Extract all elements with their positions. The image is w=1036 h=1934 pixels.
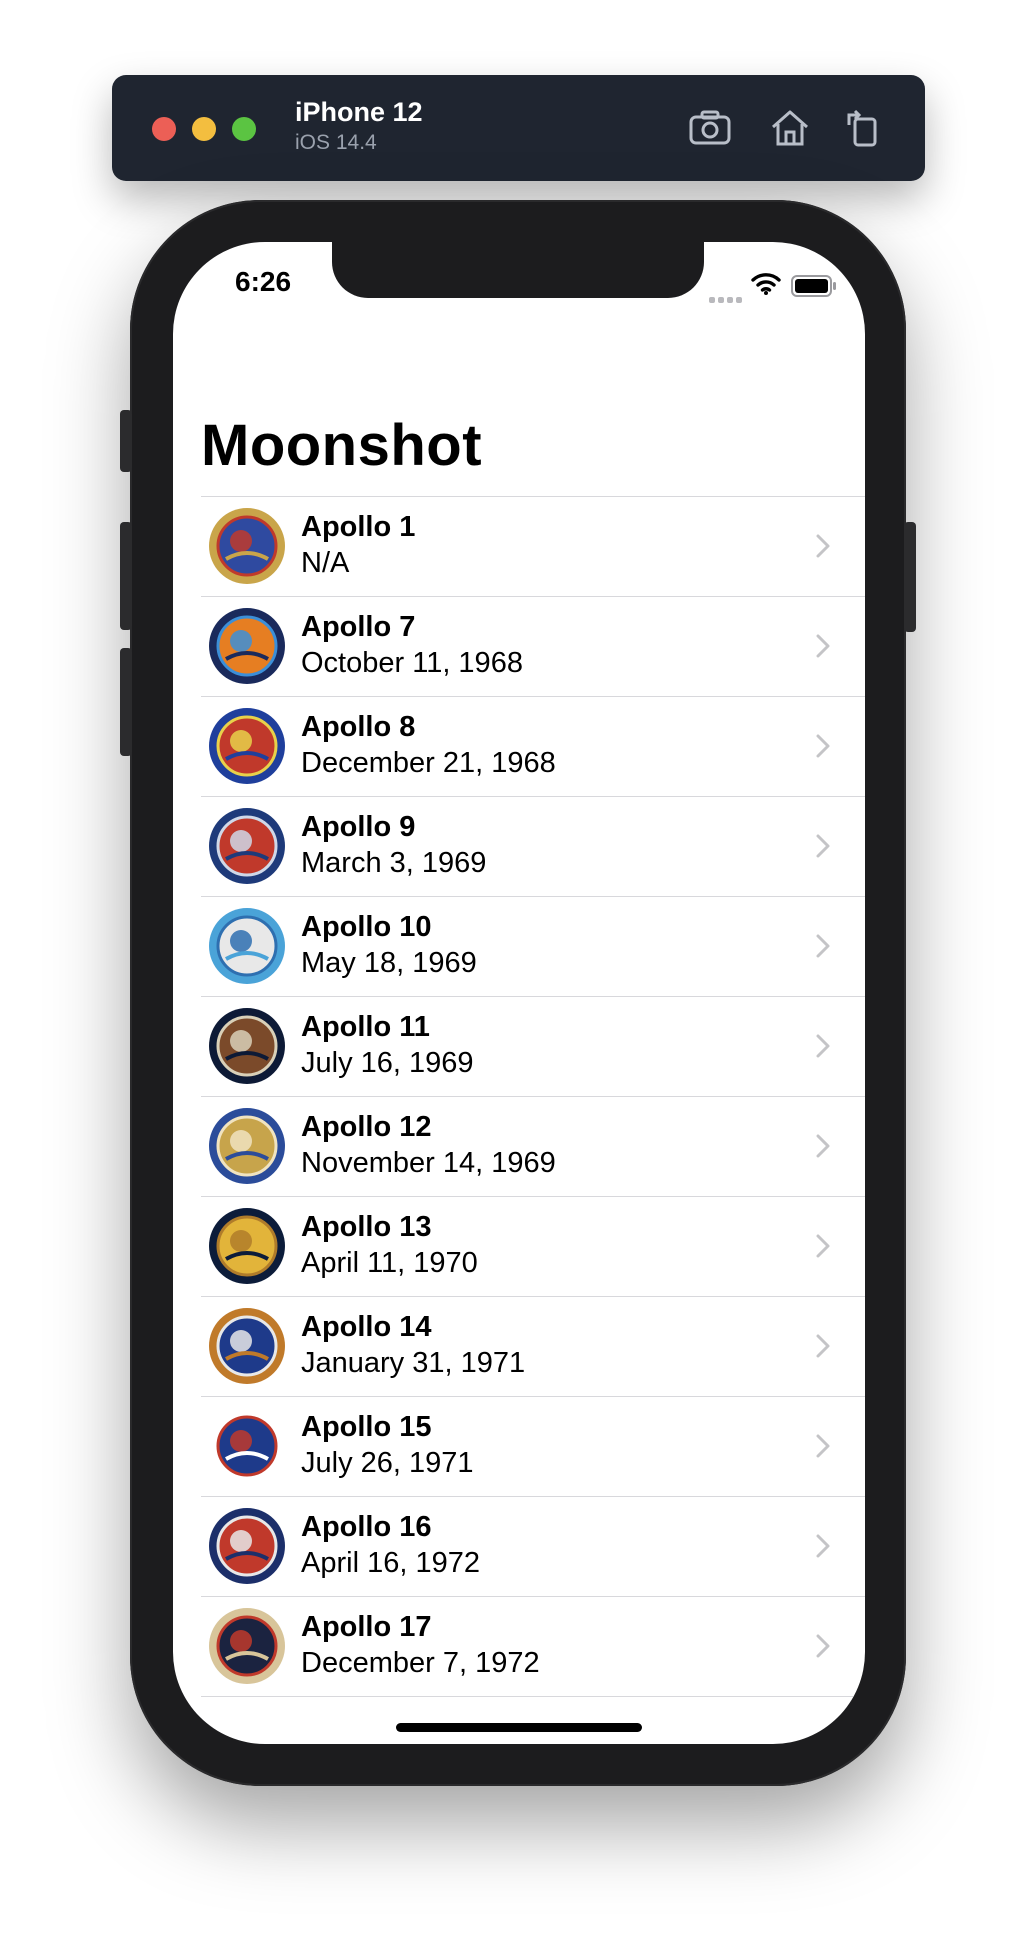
mission-badge-icon xyxy=(208,607,286,685)
chevron-right-icon xyxy=(816,1134,830,1158)
chevron-right-icon xyxy=(816,1434,830,1458)
mission-launch-date: March 3, 1969 xyxy=(301,847,487,879)
minimize-window-button[interactable] xyxy=(192,117,216,141)
mission-badge-icon xyxy=(208,1607,286,1685)
zoom-window-button[interactable] xyxy=(232,117,256,141)
mission-launch-date: May 18, 1969 xyxy=(301,947,477,979)
mission-launch-date: December 21, 1968 xyxy=(301,747,556,779)
navigation-title: Moonshot xyxy=(201,413,483,478)
mission-row[interactable]: Apollo 11 July 16, 1969 xyxy=(201,996,865,1096)
rotate-icon xyxy=(847,109,877,147)
chevron-right-icon xyxy=(816,1034,830,1058)
home-icon xyxy=(772,110,808,146)
volume-up-button xyxy=(120,522,132,630)
screenshot-button[interactable] xyxy=(687,105,733,151)
mission-launch-date: July 16, 1969 xyxy=(301,1047,474,1079)
mission-name: Apollo 10 xyxy=(301,911,432,943)
chevron-right-icon xyxy=(816,1234,830,1258)
mission-name: Apollo 1 xyxy=(301,511,416,543)
mission-name: Apollo 15 xyxy=(301,1411,432,1443)
chevron-right-icon xyxy=(816,734,830,758)
mission-row[interactable]: Apollo 13 April 11, 1970 xyxy=(201,1196,865,1296)
mission-launch-date: April 11, 1970 xyxy=(301,1247,478,1279)
mission-name: Apollo 12 xyxy=(301,1111,432,1143)
mission-launch-date: October 11, 1968 xyxy=(301,647,523,679)
mission-badge-icon xyxy=(208,707,286,785)
chevron-right-icon xyxy=(816,1334,830,1358)
mission-row[interactable]: Apollo 8 December 21, 1968 xyxy=(201,696,865,796)
mission-badge-icon xyxy=(208,907,286,985)
mission-launch-date: N/A xyxy=(301,547,350,579)
simulator-title-bar: iPhone 12 iOS 14.4 xyxy=(112,75,925,181)
chevron-right-icon xyxy=(816,934,830,958)
mission-row[interactable]: Apollo 7 October 11, 1968 xyxy=(201,596,865,696)
mission-row[interactable]: Apollo 14 January 31, 1971 xyxy=(201,1296,865,1396)
mission-row[interactable]: Apollo 16 April 16, 1972 xyxy=(201,1496,865,1596)
chevron-right-icon xyxy=(816,534,830,558)
home-indicator[interactable] xyxy=(396,1723,642,1732)
cellular-signal-icon xyxy=(709,290,745,308)
chevron-right-icon xyxy=(816,1534,830,1558)
device-screen: 6:26 Moonshot Apollo 1 N/A Apollo 7 October… xyxy=(173,242,865,1744)
chevron-right-icon xyxy=(816,834,830,858)
mission-name: Apollo 8 xyxy=(301,711,416,743)
mission-row[interactable]: Apollo 17 December 7, 1972 xyxy=(201,1596,865,1697)
mission-launch-date: December 7, 1972 xyxy=(301,1647,540,1679)
power-button xyxy=(904,522,916,632)
mission-row[interactable]: Apollo 15 July 26, 1971 xyxy=(201,1396,865,1496)
mission-badge-icon xyxy=(208,1407,286,1485)
notch xyxy=(332,242,704,298)
mission-list: Apollo 1 N/A Apollo 7 October 11, 1968 Apoll… xyxy=(201,496,865,1697)
mission-name: Apollo 9 xyxy=(301,811,416,843)
mission-name: Apollo 11 xyxy=(301,1011,430,1043)
mission-name: Apollo 7 xyxy=(301,611,416,643)
mission-badge-icon xyxy=(208,507,286,585)
battery-icon xyxy=(791,275,836,297)
mission-row[interactable]: Apollo 1 N/A xyxy=(201,496,865,596)
mission-badge-icon xyxy=(208,807,286,885)
mission-row[interactable]: Apollo 12 November 14, 1969 xyxy=(201,1096,865,1196)
mission-name: Apollo 13 xyxy=(301,1211,432,1243)
mission-badge-icon xyxy=(208,1007,286,1085)
volume-down-button xyxy=(120,648,132,756)
status-time: 6:26 xyxy=(235,266,292,297)
device-name: iPhone 12 xyxy=(295,97,423,127)
mission-badge-icon xyxy=(208,1207,286,1285)
mission-launch-date: November 14, 1969 xyxy=(301,1147,556,1179)
mission-row[interactable]: Apollo 10 May 18, 1969 xyxy=(201,896,865,996)
mission-badge-icon xyxy=(208,1307,286,1385)
mission-badge-icon xyxy=(208,1107,286,1185)
mission-launch-date: April 16, 1972 xyxy=(301,1547,480,1579)
chevron-right-icon xyxy=(816,634,830,658)
mission-launch-date: July 26, 1971 xyxy=(301,1447,474,1479)
os-version: iOS 14.4 xyxy=(295,131,377,154)
close-window-button[interactable] xyxy=(152,117,176,141)
mission-name: Apollo 16 xyxy=(301,1511,432,1543)
wifi-icon xyxy=(751,273,781,295)
mission-launch-date: January 31, 1971 xyxy=(301,1347,526,1379)
mission-name: Apollo 14 xyxy=(301,1311,432,1343)
mission-name: Apollo 17 xyxy=(301,1611,432,1643)
mission-row[interactable]: Apollo 9 March 3, 1969 xyxy=(201,796,865,896)
mute-switch xyxy=(120,410,132,472)
chevron-right-icon xyxy=(816,1634,830,1658)
rotate-button[interactable] xyxy=(839,105,885,151)
screenshot-icon xyxy=(689,110,731,145)
home-button[interactable] xyxy=(767,105,813,151)
mission-badge-icon xyxy=(208,1507,286,1585)
